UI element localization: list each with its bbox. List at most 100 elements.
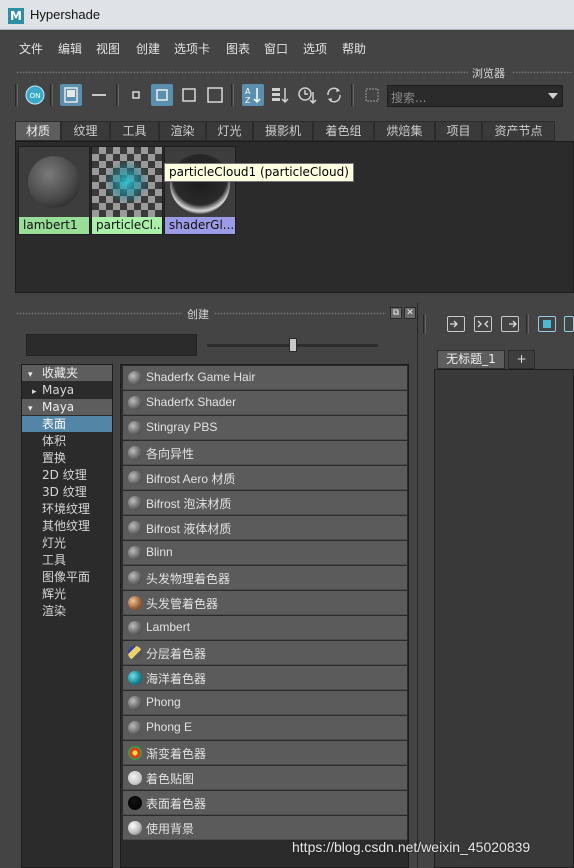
- menu-create[interactable]: 创建: [136, 40, 160, 57]
- brown-sphere-icon: [128, 596, 142, 610]
- node-list-item[interactable]: 头发物理着色器: [123, 566, 407, 590]
- restore-panel-icon[interactable]: ⧉: [390, 307, 402, 319]
- tab-materials[interactable]: 材质: [15, 121, 61, 141]
- tree-item-label: 体积: [42, 434, 67, 448]
- tree-item[interactable]: 灯光: [22, 535, 112, 551]
- graph-input-output-button[interactable]: [474, 316, 492, 332]
- material-swatch-shaderglow[interactable]: shaderGl...: [164, 146, 236, 235]
- large-icon-button[interactable]: [178, 84, 200, 106]
- filter-button[interactable]: [361, 84, 383, 106]
- sort-by-type-button[interactable]: [269, 84, 291, 106]
- node-list-item[interactable]: Phong: [123, 691, 407, 715]
- menu-graph[interactable]: 图表: [226, 40, 250, 57]
- material-swatch-lambert1[interactable]: lambert1: [18, 146, 90, 235]
- swatch-view-button[interactable]: [60, 84, 82, 106]
- node-list-item[interactable]: 使用背景: [123, 816, 407, 840]
- graph-input-connections-button[interactable]: [447, 316, 465, 332]
- tree-item[interactable]: 3D 纹理: [22, 484, 112, 500]
- tree-item[interactable]: ▾ Maya: [22, 399, 112, 415]
- tab-rendering[interactable]: 渲染: [159, 121, 206, 141]
- list-view-icon: [92, 94, 106, 96]
- list-view-button[interactable]: [88, 84, 110, 106]
- tree-item[interactable]: 2D 纹理: [22, 467, 112, 483]
- tree-item[interactable]: ▾ 收藏夹: [22, 365, 112, 381]
- tree-item[interactable]: 其他纹理: [22, 518, 112, 534]
- menu-options[interactable]: 选项: [303, 40, 327, 57]
- node-list-item[interactable]: 表面着色器: [123, 791, 407, 815]
- node-list-item[interactable]: Phong E: [123, 716, 407, 740]
- graph-frame-selected-button[interactable]: [564, 316, 574, 332]
- medium-icon-button[interactable]: [151, 84, 173, 106]
- graph-output-connections-button[interactable]: [501, 316, 519, 332]
- icon-size-slider-thumb[interactable]: [289, 338, 297, 352]
- node-list-item[interactable]: Bifrost 液体材质: [123, 516, 407, 540]
- graph-frame-all-button[interactable]: [538, 316, 556, 332]
- tree-item-label: 灯光: [42, 536, 67, 550]
- node-list-item[interactable]: 渐变着色器: [123, 741, 407, 765]
- toggle-on-button[interactable]: ON: [24, 84, 46, 106]
- tree-item-label: 其他纹理: [42, 519, 91, 533]
- close-panel-icon[interactable]: ✕: [404, 307, 416, 319]
- node-list-item[interactable]: Lambert: [123, 616, 407, 640]
- tree-item[interactable]: 表面: [22, 416, 112, 432]
- ramp-sphere-icon: [128, 746, 142, 760]
- tab-bake-sets[interactable]: 烘焙集: [374, 121, 435, 141]
- node-list-item[interactable]: 各向异性: [123, 441, 407, 465]
- tree-item-label: 渲染: [42, 604, 67, 618]
- create-search-input[interactable]: [26, 334, 197, 356]
- create-panel-grip-right: [214, 312, 386, 315]
- menu-view[interactable]: 视图: [96, 40, 120, 57]
- node-list-item[interactable]: 海洋着色器: [123, 666, 407, 690]
- node-list-item[interactable]: 着色贴图: [123, 766, 407, 790]
- particle-cloud-icon: [92, 147, 162, 217]
- sort-time-icon: [298, 87, 317, 105]
- material-swatch-particlecloud[interactable]: particleCl...: [91, 146, 163, 235]
- search-dropdown-arrow-icon[interactable]: [548, 93, 558, 99]
- panel-grip-right: [512, 71, 572, 74]
- node-list-item[interactable]: 分层着色器: [123, 641, 407, 665]
- node-list-item[interactable]: Bifrost Aero 材质: [123, 466, 407, 490]
- tab-shading-groups[interactable]: 着色组: [313, 121, 374, 141]
- browser-search-input[interactable]: 搜索...: [387, 85, 563, 107]
- tree-item[interactable]: 渲染: [22, 603, 112, 619]
- tab-asset-nodes[interactable]: 资产节点: [482, 121, 555, 141]
- tab-lights[interactable]: 灯光: [206, 121, 253, 141]
- menu-file[interactable]: 文件: [19, 40, 43, 57]
- menu-window[interactable]: 窗口: [264, 40, 288, 57]
- tree-item-label: 辉光: [42, 587, 67, 601]
- node-list-item[interactable]: Bifrost 泡沫材质: [123, 491, 407, 515]
- tree-item[interactable]: 工具: [22, 552, 112, 568]
- tab-projects[interactable]: 项目: [435, 121, 482, 141]
- toolbar-separator: [351, 84, 354, 106]
- node-list-item[interactable]: Stingray PBS: [123, 416, 407, 440]
- expand-arrow-icon[interactable]: ▸: [22, 384, 42, 400]
- add-graph-tab-button[interactable]: +: [508, 350, 535, 369]
- xlarge-icon-button[interactable]: [204, 84, 226, 106]
- gray-sphere-icon: [128, 371, 142, 385]
- collapse-arrow-icon[interactable]: ▾: [22, 367, 42, 383]
- refresh-button[interactable]: [323, 84, 345, 106]
- small-icon-button[interactable]: [125, 84, 147, 106]
- sort-by-name-button[interactable]: AZ: [242, 84, 264, 106]
- tab-utilities[interactable]: 工具: [110, 121, 159, 141]
- tab-cameras[interactable]: 摄影机: [253, 121, 313, 141]
- graph-tab-untitled[interactable]: 无标题_1: [437, 350, 505, 369]
- node-list-item[interactable]: Shaderfx Game Hair: [123, 366, 407, 390]
- node-label: 使用背景: [146, 822, 195, 836]
- menu-tabs[interactable]: 选项卡: [174, 40, 210, 57]
- tree-item[interactable]: ▸ Maya: [22, 382, 112, 398]
- tree-item[interactable]: 图像平面: [22, 569, 112, 585]
- node-graph-canvas[interactable]: [434, 369, 574, 868]
- menu-edit[interactable]: 编辑: [58, 40, 82, 57]
- sort-by-time-button[interactable]: [296, 84, 318, 106]
- node-list-item[interactable]: Shaderfx Shader: [123, 391, 407, 415]
- tree-item[interactable]: 辉光: [22, 586, 112, 602]
- tab-textures[interactable]: 纹理: [61, 121, 110, 141]
- tree-item[interactable]: 置换: [22, 450, 112, 466]
- tree-item[interactable]: 体积: [22, 433, 112, 449]
- tree-item[interactable]: 环境纹理: [22, 501, 112, 517]
- menu-help[interactable]: 帮助: [342, 40, 366, 57]
- collapse-arrow-icon[interactable]: ▾: [22, 401, 42, 417]
- node-list-item[interactable]: Blinn: [123, 541, 407, 565]
- node-list-item[interactable]: 头发管着色器: [123, 591, 407, 615]
